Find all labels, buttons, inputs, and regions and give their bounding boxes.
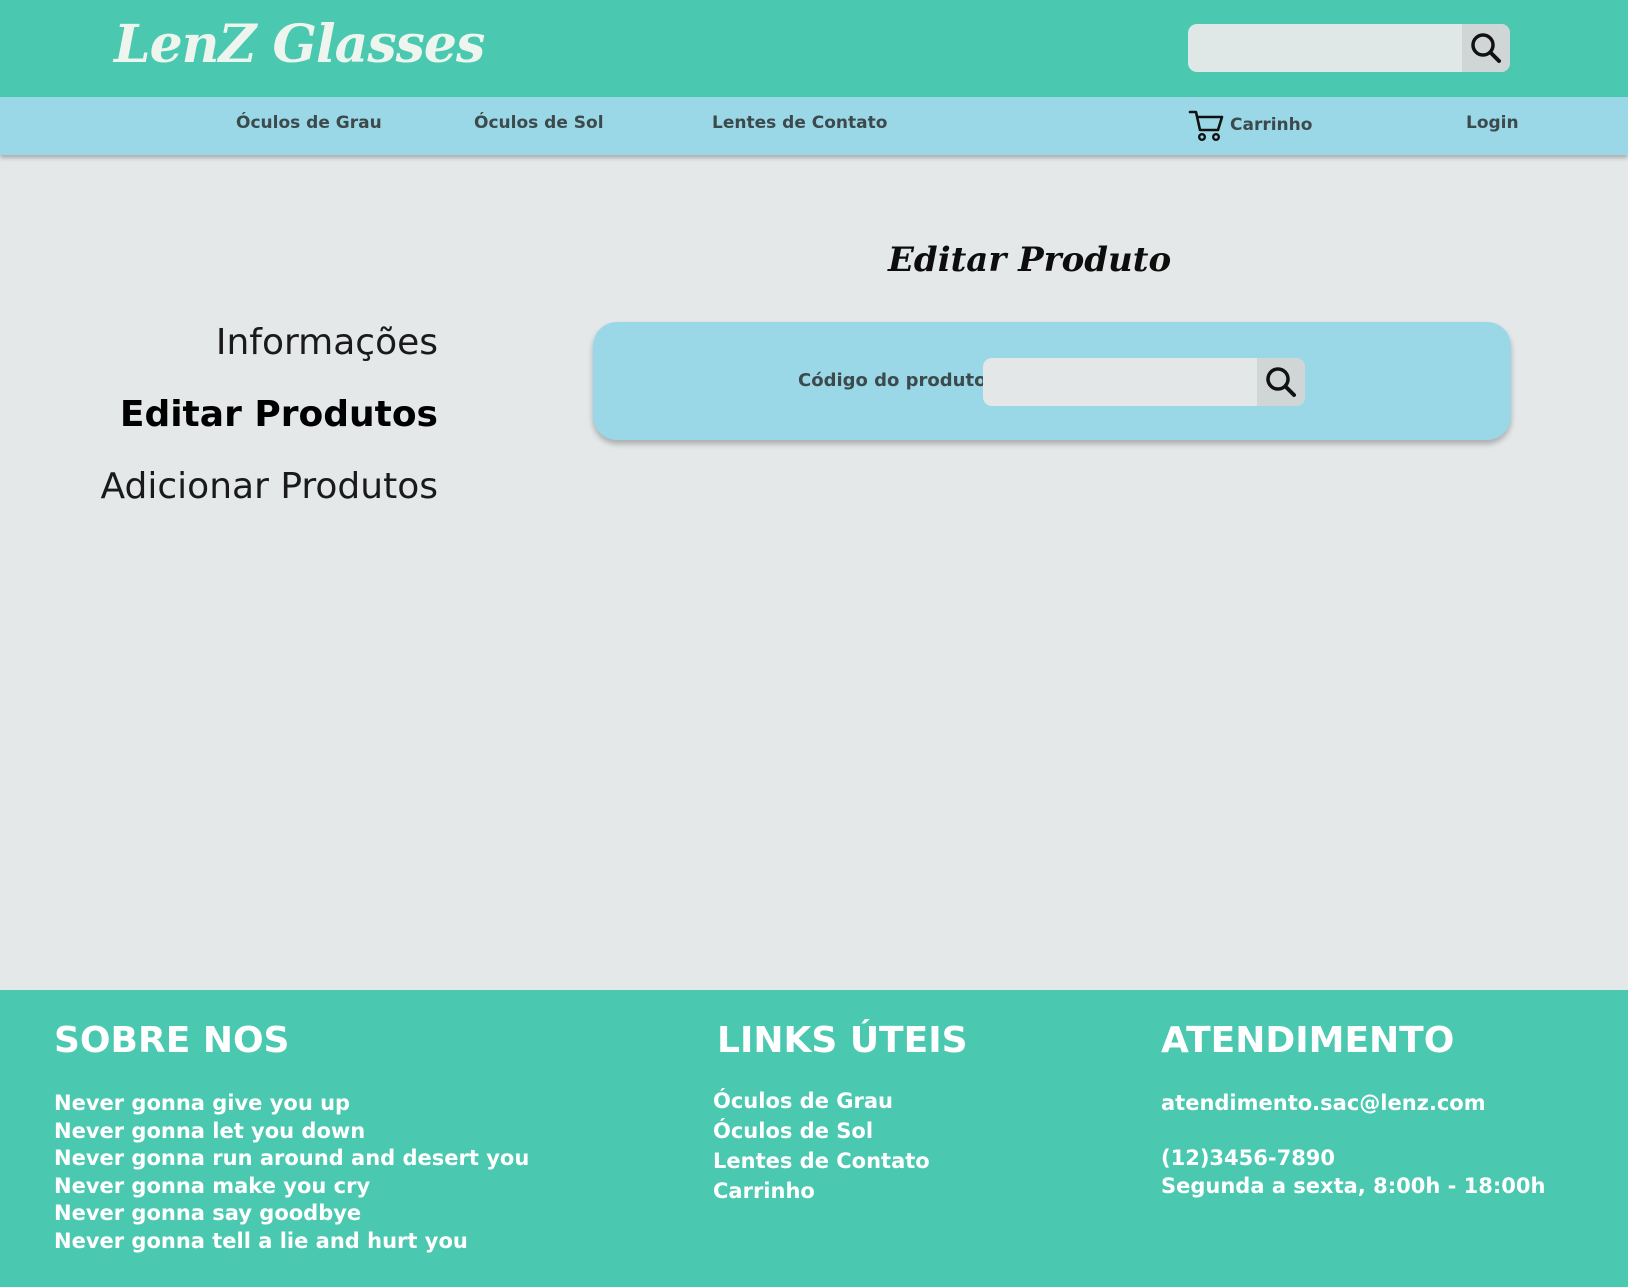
nav-lentes-de-contato[interactable]: Lentes de Contato: [712, 113, 887, 133]
footer-about-line: Never gonna give you up: [54, 1091, 351, 1115]
footer-link-lentes-de-contato[interactable]: Lentes de Contato: [713, 1146, 930, 1176]
footer-link-carrinho[interactable]: Carrinho: [713, 1176, 930, 1206]
top-header: LenZ Glasses: [0, 0, 1628, 97]
footer-service-info: atendimento.sac@lenz.com (12)3456-7890 S…: [1161, 1090, 1545, 1200]
product-code-search: [983, 358, 1305, 406]
cart-label: Carrinho: [1230, 115, 1313, 135]
footer-about-line: Never gonna make you cry: [54, 1173, 371, 1198]
sidebar-item-editar-produtos[interactable]: Editar Produtos: [120, 394, 438, 435]
footer-service-email[interactable]: atendimento.sac@lenz.com: [1161, 1090, 1545, 1118]
footer-service-phone: (12)3456-7890: [1161, 1146, 1336, 1170]
product-code-label: Código do produto:: [798, 370, 994, 391]
main-nav: Óculos de Grau Óculos de Sol Lentes de C…: [0, 97, 1628, 155]
product-code-input[interactable]: [983, 358, 1257, 406]
footer-about-line: Never gonna tell a lie and hurt you: [54, 1228, 468, 1253]
sidebar-item-adicionar-produtos[interactable]: Adicionar Produtos: [101, 466, 438, 507]
footer-service-heading: ATENDIMENTO: [1161, 1020, 1455, 1061]
nav-cart[interactable]: Carrinho: [1188, 108, 1312, 142]
product-code-search-button[interactable]: [1257, 358, 1305, 406]
footer-service-hours: Segunda a sexta, 8:00h - 18:00h: [1161, 1173, 1546, 1198]
header-search-input[interactable]: [1188, 24, 1462, 72]
sidebar-item-informacoes[interactable]: Informações: [216, 322, 438, 363]
footer-about-heading: SOBRE NOS: [54, 1020, 290, 1061]
logo[interactable]: LenZ Glasses: [114, 14, 485, 75]
footer-link-oculos-de-grau[interactable]: Óculos de Grau: [713, 1086, 930, 1116]
footer-links-list: Óculos de Grau Óculos de Sol Lentes de C…: [713, 1086, 930, 1206]
nav-oculos-de-sol[interactable]: Óculos de Sol: [474, 113, 604, 133]
header-search-button[interactable]: [1462, 24, 1510, 72]
header-search: [1188, 24, 1510, 72]
nav-login[interactable]: Login: [1466, 113, 1519, 133]
footer-about-text: Never gonna give you up Never gonna let …: [54, 1090, 529, 1255]
page-title: Editar Produto: [888, 240, 1172, 280]
footer-about-line: Never gonna say goodbye: [54, 1201, 362, 1225]
nav-oculos-de-grau[interactable]: Óculos de Grau: [236, 113, 382, 133]
search-icon: [1266, 367, 1296, 397]
footer-about-line: Never gonna run around and desert you: [54, 1146, 530, 1170]
edit-product-panel: Código do produto:: [593, 322, 1511, 440]
cart-icon: [1188, 110, 1224, 142]
footer-about-line: Never gonna let you down: [54, 1118, 366, 1143]
footer-link-oculos-de-sol[interactable]: Óculos de Sol: [713, 1116, 930, 1146]
search-icon: [1471, 33, 1501, 63]
footer: SOBRE NOS Never gonna give you up Never …: [0, 990, 1628, 1287]
footer-links-heading: LINKS ÚTEIS: [717, 1020, 968, 1061]
